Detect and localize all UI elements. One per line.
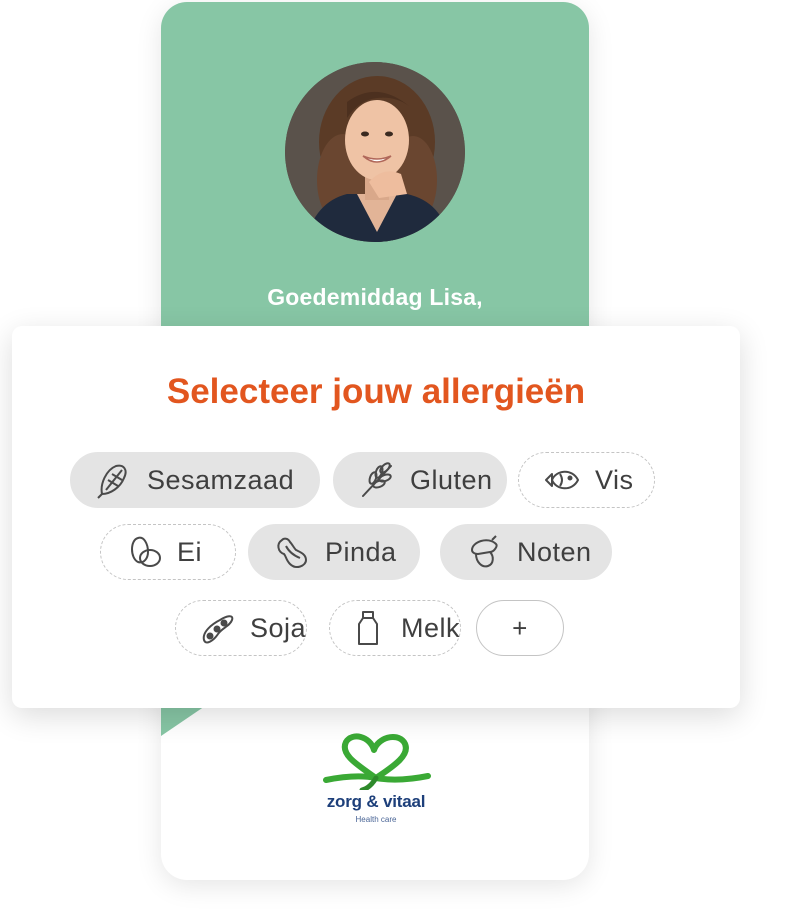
chip-sesamzaad[interactable]: Sesamzaad xyxy=(70,452,320,508)
brand-logo: zorg & vitaal Health care xyxy=(311,730,441,840)
chip-noten[interactable]: Noten xyxy=(440,524,612,580)
peanut-icon xyxy=(271,531,313,573)
profile-header: Goedemiddag Lisa, xyxy=(161,2,589,332)
heart-ribbon-icon xyxy=(323,733,431,790)
chip-pinda[interactable]: Pinda xyxy=(248,524,420,580)
chip-label: Sesamzaad xyxy=(147,464,295,495)
chip-soja[interactable]: Soja xyxy=(175,600,307,656)
acorn-icon xyxy=(463,531,505,573)
chip-label: Pinda xyxy=(325,536,397,567)
greeting-text: Goedemiddag Lisa, xyxy=(267,284,483,310)
brand-tagline: Health care xyxy=(355,815,397,824)
app-stage: Goedemiddag Lisa, zorg & vitaal Health c… xyxy=(0,0,800,911)
avatar-photo-icon xyxy=(285,62,465,242)
chip-melk[interactable]: Melk xyxy=(329,600,461,656)
avatar xyxy=(285,62,465,242)
chip-vis[interactable]: Vis xyxy=(518,452,655,508)
corn-icon xyxy=(93,459,135,501)
wheat-icon xyxy=(356,459,398,501)
card-title: Selecteer jouw allergieën xyxy=(166,372,586,411)
allergy-selection-card: Selecteer jouw allergieën Sesamzaad Glut… xyxy=(12,326,740,708)
egg-icon xyxy=(123,531,165,573)
soybean-icon xyxy=(198,607,238,649)
fish-icon xyxy=(541,459,583,501)
plus-icon: + xyxy=(512,612,528,643)
brand-name: zorg & vitaal xyxy=(326,792,426,811)
chip-label: Melk xyxy=(400,612,460,643)
add-allergy-button[interactable]: + xyxy=(476,600,564,656)
chip-ei[interactable]: Ei xyxy=(100,524,236,580)
chip-label: Vis xyxy=(595,464,634,495)
chip-label: Ei xyxy=(177,536,203,567)
chip-label: Noten xyxy=(517,536,592,567)
milk-bottle-icon xyxy=(348,607,389,649)
chip-label: Soja xyxy=(250,612,307,643)
chip-label: Gluten xyxy=(410,464,493,495)
chip-gluten[interactable]: Gluten xyxy=(333,452,507,508)
